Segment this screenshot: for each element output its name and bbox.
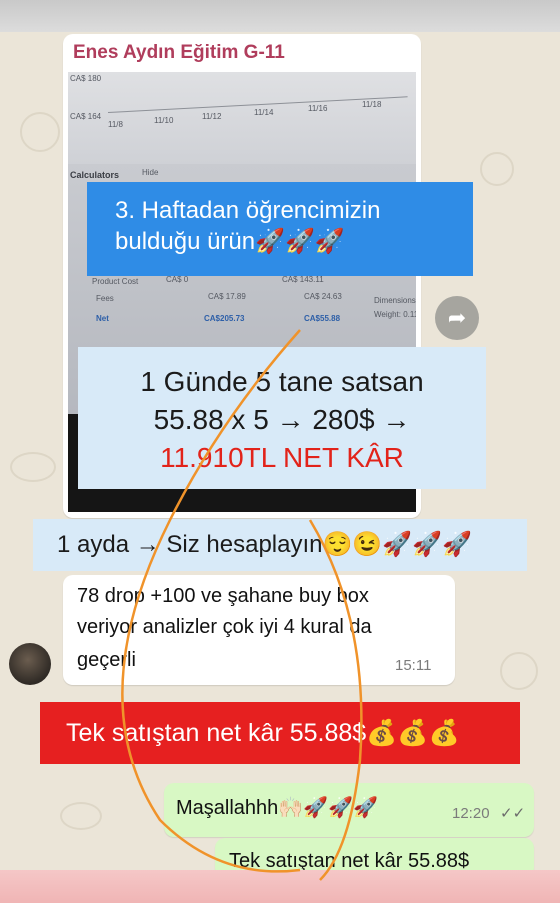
avatar[interactable] <box>9 643 51 685</box>
sales-calculation-callout: 1 Günde 5 tane satsan 55.88 x 5 → 280$ →… <box>78 347 486 489</box>
net-label: Net <box>96 314 109 323</box>
wallpaper-doodle <box>480 152 514 186</box>
forward-arrow-icon[interactable]: ➦ <box>435 296 479 340</box>
read-receipt-icon: ✓✓ <box>500 805 526 822</box>
chart-date: 11/14 <box>254 108 274 117</box>
product-cost-b: CA$ 143.11 <box>282 275 324 284</box>
chart-date: 11/18 <box>362 100 382 109</box>
outgoing-time: 12:20 <box>452 805 490 822</box>
net-value-a: CA$205.73 <box>204 314 245 323</box>
week-product-callout: 3. Haftadan öğrencimizin bulduğu ürün🚀🚀🚀 <box>87 182 473 276</box>
product-cost-a: CA$ 0 <box>166 275 189 284</box>
wallpaper-doodle <box>500 652 538 690</box>
message-line-1: 78 drop +100 ve şahane buy box <box>77 585 369 607</box>
chart-axis-mid: CA$ 164 <box>70 112 102 121</box>
calculators-heading: Calculators <box>70 170 120 180</box>
message-line-2: veriyor analizler çok iyi 4 kural da <box>77 616 372 638</box>
message-time: 15:11 <box>395 657 432 674</box>
outgoing-text: Maşallahhh🙌🏻🚀🚀🚀 <box>176 797 378 819</box>
chart-date: 11/12 <box>202 112 222 121</box>
sender-name: Enes Aydın Eğitim G-11 <box>73 42 285 63</box>
status-bar <box>0 0 560 32</box>
sales-line-2: 55.88 x 5 → 280$ → <box>153 404 411 435</box>
wallpaper-doodle <box>60 802 102 830</box>
outgoing-message[interactable]: Maşallahhh🙌🏻🚀🚀🚀 12:20 ✓✓ <box>164 783 534 837</box>
price-chart-area <box>68 72 416 164</box>
chart-date: 11/16 <box>308 104 328 113</box>
sales-line-3: 11.910TL NET KÂR <box>160 442 404 473</box>
week-line-1: 3. Haftadan öğrencimizin <box>115 197 381 224</box>
chart-date: 11/10 <box>154 116 174 125</box>
wallpaper-doodle <box>20 112 60 152</box>
chart-date: 11/8 <box>108 120 123 129</box>
wallpaper-doodle <box>10 452 56 482</box>
sales-line-1: 1 Günde 5 tane satsan <box>140 366 424 397</box>
net-profit-callout: Tek satıştan net kâr 55.88$💰💰💰 <box>40 702 520 764</box>
chart-axis-top: CA$ 180 <box>70 74 102 83</box>
incoming-text-message[interactable]: 78 drop +100 ve şahane buy box veriyor a… <box>63 575 455 685</box>
monthly-callout: 1 ayda → Siz hesaplayın😌😉🚀🚀🚀 <box>33 519 527 571</box>
fees-value-b: CA$ 24.63 <box>304 292 342 301</box>
product-cost-label: Product Cost <box>92 277 139 286</box>
week-line-2: bulduğu ürün🚀🚀🚀 <box>115 228 345 255</box>
net-value-b: CA$55.88 <box>304 314 341 323</box>
message-line-3: geçerli <box>77 649 136 671</box>
bottom-overlay-strip <box>0 870 560 903</box>
fees-label: Fees <box>96 294 114 303</box>
hide-link: Hide <box>142 168 159 177</box>
dimensions-label: Dimensions: <box>374 296 416 305</box>
fees-value-a: CA$ 17.89 <box>208 292 246 301</box>
weight-label: Weight: 0.11 <box>374 310 416 319</box>
